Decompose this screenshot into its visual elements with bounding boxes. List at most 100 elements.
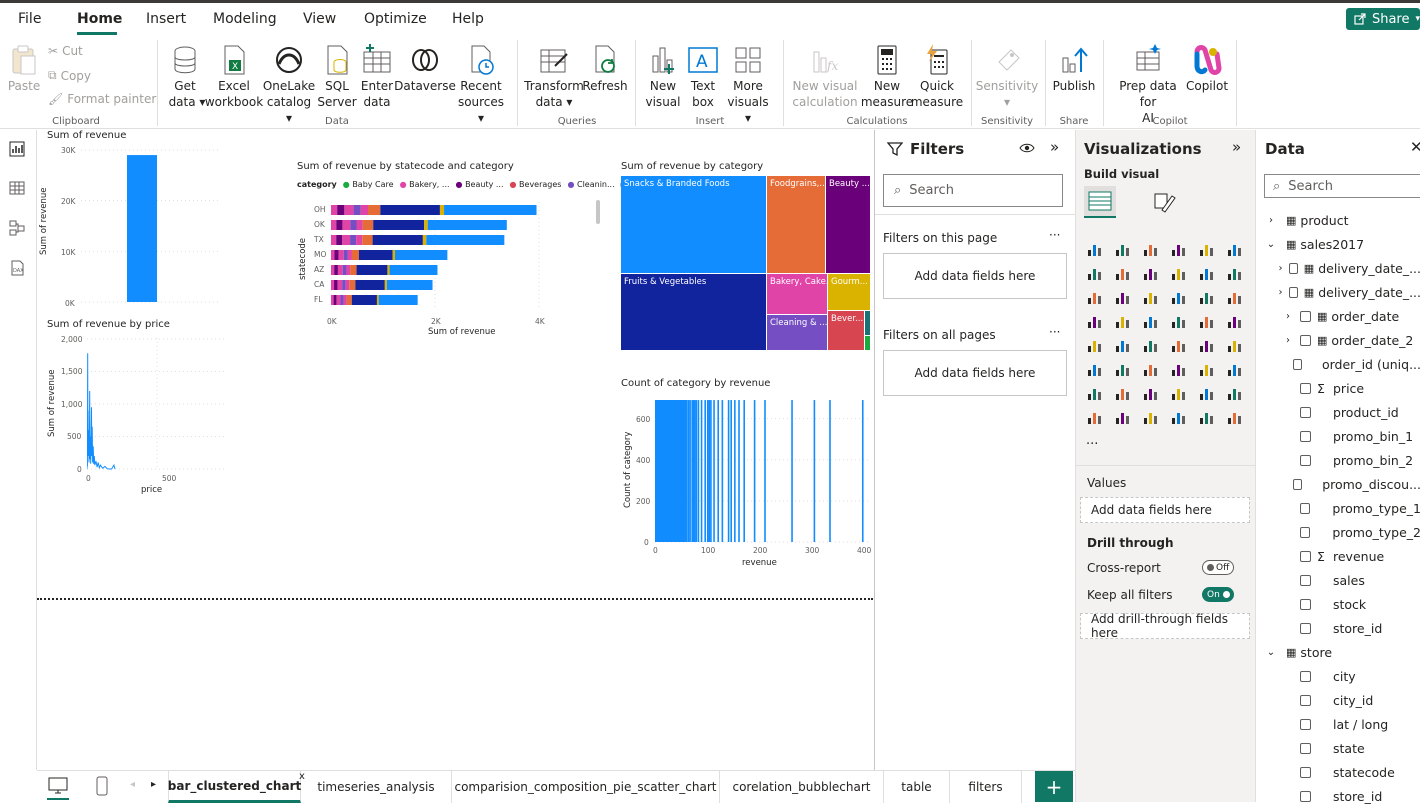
bar-segment[interactable] — [426, 235, 505, 245]
visual-type-icon[interactable] — [1114, 408, 1132, 426]
bar[interactable] — [689, 400, 691, 542]
cross-report-toggle[interactable]: Off — [1202, 560, 1234, 575]
visual-type-icon[interactable] — [1226, 240, 1244, 258]
bar[interactable] — [727, 400, 730, 542]
page-tab[interactable]: filters — [950, 771, 1022, 803]
bar-segment[interactable] — [334, 265, 338, 275]
bar-segment[interactable] — [389, 265, 438, 275]
chart-count-category-by-revenue[interactable] — [655, 398, 871, 544]
data-field-node[interactable]: statecode — [1256, 760, 1420, 784]
legend-item[interactable]: ● Baby Care — [343, 180, 394, 189]
bar[interactable] — [813, 400, 816, 542]
filters-this-page-drop-zone[interactable]: Add data fields here — [883, 253, 1067, 299]
filters-search-input[interactable]: ⌕ Search — [883, 174, 1063, 207]
data-field-node[interactable]: city — [1256, 664, 1420, 688]
new-measure-button[interactable]: New measure — [861, 44, 913, 110]
bar[interactable] — [692, 400, 695, 542]
visual-type-icon[interactable] — [1198, 408, 1216, 426]
legend-item[interactable]: ● Bakery, ... — [400, 180, 450, 189]
chevron-right-icon[interactable]: › — [1256, 215, 1286, 226]
bar[interactable] — [791, 400, 793, 542]
field-checkbox[interactable] — [1300, 382, 1311, 394]
visual-type-icon[interactable] — [1086, 408, 1104, 426]
treemap-tile[interactable] — [865, 311, 870, 335]
series-line[interactable] — [87, 353, 116, 470]
treemap-tile[interactable]: Cleaning & ... — [767, 315, 827, 350]
bar[interactable] — [695, 400, 698, 542]
enter-data-button[interactable]: Enter data — [358, 44, 396, 110]
bar-segment[interactable] — [355, 280, 385, 290]
bar-segment[interactable] — [342, 265, 347, 275]
bar-segment[interactable] — [331, 280, 335, 290]
visual-type-icon[interactable] — [1170, 384, 1188, 402]
field-checkbox[interactable] — [1300, 406, 1311, 418]
bar-segment[interactable] — [351, 250, 359, 260]
visual-type-icon[interactable] — [1142, 336, 1160, 354]
bar-segment[interactable] — [340, 295, 344, 305]
bar-segment[interactable] — [331, 235, 337, 245]
bar[interactable] — [717, 400, 719, 542]
bar-segment[interactable] — [334, 280, 338, 290]
bar-segment[interactable] — [378, 295, 418, 305]
tab-scroll-right-icon[interactable]: ▸ — [151, 779, 156, 790]
onelake-catalog-button[interactable]: OneLake catalog ▾ — [263, 44, 315, 126]
add-page-button[interactable]: + — [1035, 771, 1073, 802]
chevron-right-icon[interactable]: › — [1286, 311, 1300, 322]
treemap-tile[interactable]: Gourm... — [828, 274, 870, 310]
field-checkbox[interactable] — [1300, 694, 1311, 706]
chevron-right-icon[interactable]: › — [1286, 335, 1300, 346]
keep-all-filters-toggle[interactable]: On — [1202, 587, 1234, 602]
bar-segment[interactable] — [343, 295, 347, 305]
visual-type-icon[interactable] — [1226, 312, 1244, 330]
visual-type-icon[interactable] — [1198, 264, 1216, 282]
menu-help[interactable]: Help — [452, 11, 484, 27]
data-field-node[interactable]: promo_discou... — [1256, 472, 1420, 496]
data-field-node[interactable]: Σprice — [1256, 376, 1420, 400]
visual-type-icon[interactable] — [1170, 408, 1188, 426]
data-field-node[interactable]: city_id — [1256, 688, 1420, 712]
treemap-tile[interactable]: Foodgrains,... — [767, 176, 825, 273]
visual-type-icon[interactable] — [1198, 336, 1216, 354]
field-checkbox[interactable] — [1300, 742, 1311, 754]
bar-segment[interactable] — [342, 280, 346, 290]
bar-segment[interactable] — [392, 250, 396, 260]
chevron-down-icon[interactable]: ⌄ — [1256, 239, 1286, 250]
report-view-icon[interactable] — [8, 140, 26, 158]
visual-type-icon[interactable] — [1170, 312, 1188, 330]
transform-data-button[interactable]: Transform data ▾ — [524, 44, 584, 110]
sensitivity-button[interactable]: Sensitivity ▾ — [976, 44, 1038, 110]
text-box-button[interactable]: A Text box — [684, 44, 722, 110]
chevron-down-icon[interactable]: ⌄ — [1256, 647, 1286, 658]
chart-scrollbar[interactable] — [596, 200, 600, 224]
bar-segment[interactable] — [338, 250, 344, 260]
field-checkbox[interactable] — [1300, 790, 1311, 802]
copilot-button[interactable]: Copilot — [1186, 44, 1228, 94]
bar-segment[interactable] — [344, 205, 354, 215]
bar-segment[interactable] — [362, 220, 374, 230]
bar-segment[interactable] — [331, 205, 338, 215]
filters-all-pages-drop-zone[interactable]: Add data fields here — [883, 350, 1067, 396]
visual-type-icon[interactable] — [1170, 288, 1188, 306]
bar[interactable] — [753, 400, 756, 542]
bar[interactable] — [743, 400, 745, 542]
bar-segment[interactable] — [333, 295, 337, 305]
bar-segment[interactable] — [424, 220, 428, 230]
visual-type-icon[interactable] — [1198, 240, 1216, 258]
bar-segment[interactable] — [358, 250, 393, 260]
data-field-node[interactable]: stock — [1256, 592, 1420, 616]
bar[interactable] — [686, 400, 688, 542]
collapse-pane-icon[interactable]: » — [1232, 138, 1241, 156]
field-checkbox[interactable] — [1292, 478, 1303, 490]
bar[interactable] — [708, 400, 711, 542]
bar-segment[interactable] — [373, 220, 425, 230]
data-field-node[interactable]: promo_type_2 — [1256, 520, 1420, 544]
bar[interactable] — [713, 400, 715, 542]
legend-item[interactable]: ● Beauty ... — [456, 180, 504, 189]
data-field-node[interactable]: › ▦ delivery_date_... — [1256, 256, 1420, 280]
bar[interactable] — [829, 400, 831, 542]
bar[interactable] — [704, 400, 706, 542]
data-field-node[interactable]: state — [1256, 736, 1420, 760]
sql-server-button[interactable]: SQL Server — [317, 44, 357, 110]
table-view-icon[interactable] — [8, 179, 26, 197]
visual-type-icon[interactable] — [1114, 360, 1132, 378]
